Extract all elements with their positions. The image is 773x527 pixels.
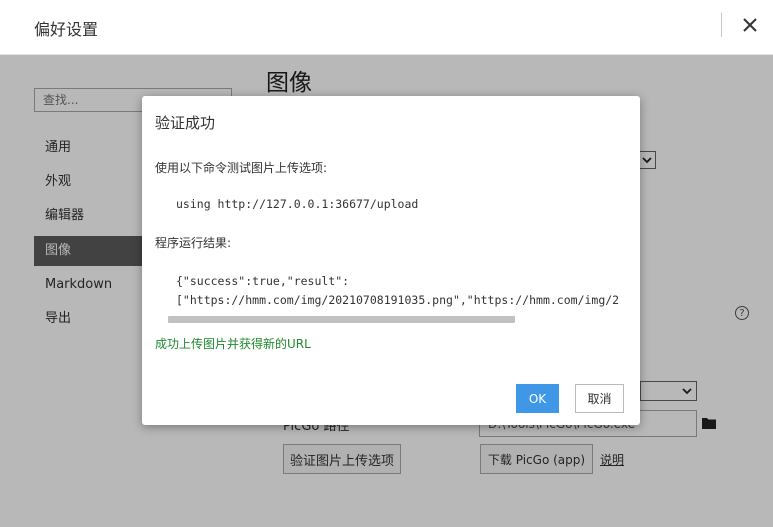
result-line: ["https://hmm.com/img/20210708191035.png… [176, 293, 620, 307]
result-output: {"success":true,"result": ["https://hmm.… [176, 272, 636, 312]
title-bar: 偏好设置 [0, 0, 773, 55]
verify-success-dialog: 验证成功 使用以下命令测试图片上传选项: using http://127.0.… [142, 96, 640, 425]
close-icon [743, 18, 757, 32]
dialog-intro-text: 使用以下命令测试图片上传选项: [155, 161, 328, 175]
window-title: 偏好设置 [34, 20, 99, 39]
close-button[interactable] [735, 10, 765, 40]
horizontal-scrollbar[interactable] [168, 316, 515, 323]
result-line: {"success":true,"result": [176, 274, 350, 288]
title-divider [721, 13, 722, 37]
dialog-title: 验证成功 [155, 114, 216, 132]
ok-button[interactable]: OK [516, 384, 559, 413]
test-command: using http://127.0.0.1:36677/upload [176, 197, 419, 211]
result-label: 程序运行结果: [155, 236, 232, 250]
success-message: 成功上传图片并获得新的URL [155, 337, 311, 351]
cancel-button[interactable]: 取消 [575, 384, 624, 413]
